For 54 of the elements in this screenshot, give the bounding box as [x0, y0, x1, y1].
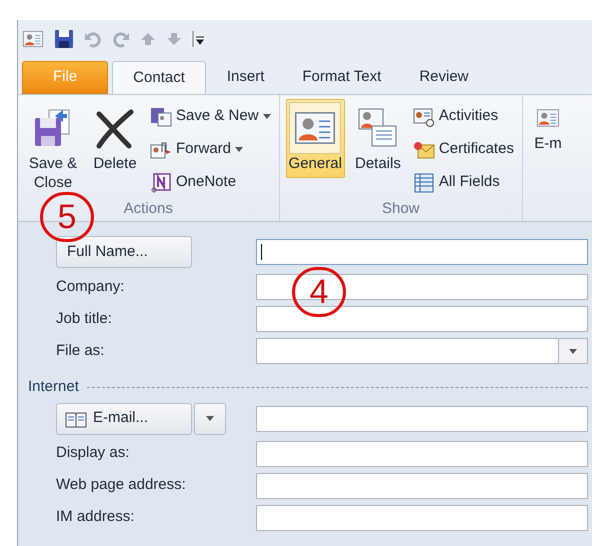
- ribbon-tab[interactable]: Contact: [112, 61, 206, 94]
- caret-icon: [206, 416, 214, 421]
- address-book-icon: [65, 410, 87, 428]
- section-heading: Internet: [28, 377, 79, 397]
- save-card-icon: [150, 106, 172, 126]
- ribbon-button[interactable]: Save & New: [148, 101, 273, 132]
- ribbon-button[interactable]: Delete: [86, 99, 144, 178]
- ribbon-button[interactable]: Activities: [410, 101, 516, 132]
- list-icon: [412, 172, 435, 192]
- ribbon-tab[interactable]: Insert: [210, 61, 282, 94]
- caret-icon: [569, 348, 577, 354]
- ribbon-button[interactable]: General: [286, 99, 345, 178]
- email-dropdown-button[interactable]: [194, 402, 226, 434]
- input-field[interactable]: [256, 239, 588, 265]
- activities-icon: [412, 106, 435, 126]
- contact-card-icon: [22, 28, 44, 50]
- field-label: IM address:: [56, 507, 134, 528]
- text-cursor: [261, 244, 262, 260]
- input-field[interactable]: [256, 306, 588, 332]
- group-label: Show: [382, 199, 420, 219]
- input-field[interactable]: [256, 440, 588, 466]
- save-icon[interactable]: [54, 29, 74, 49]
- ribbon-tab[interactable]: Review: [402, 61, 486, 94]
- down-arrow-icon[interactable]: [166, 32, 182, 46]
- input-field[interactable]: [256, 504, 588, 530]
- onenote-icon: [150, 172, 172, 192]
- ribbon-button[interactable]: Details: [348, 99, 407, 178]
- email-button[interactable]: E-mail...: [56, 402, 192, 434]
- field-label: Web page address:: [56, 475, 186, 496]
- ribbon-button[interactable]: Certificates: [410, 134, 516, 165]
- field-label: Job title:: [56, 308, 112, 329]
- dropdown-field[interactable]: [256, 338, 588, 364]
- full-name-button[interactable]: Full Name...: [56, 236, 192, 268]
- caret-icon: [235, 147, 244, 152]
- ribbon-button[interactable]: All Fields: [410, 167, 516, 198]
- ribbon-button[interactable]: E-m: [528, 99, 567, 158]
- input-field[interactable]: [256, 472, 588, 498]
- group-label: Actions: [124, 199, 173, 219]
- field-label: Company:: [56, 276, 124, 297]
- ribbon-tab[interactable]: Format Text: [285, 61, 398, 94]
- ribbon-button[interactable]: Forward: [148, 134, 273, 165]
- field-label: Display as:: [56, 443, 130, 464]
- customize-menu-icon[interactable]: [192, 31, 204, 47]
- redo-icon[interactable]: [112, 30, 130, 48]
- up-arrow-icon[interactable]: [140, 32, 156, 46]
- email-label: E-mail...: [93, 408, 148, 428]
- caret-icon: [262, 114, 271, 119]
- dropdown-button[interactable]: [558, 339, 587, 363]
- ribbon-button[interactable]: OneNote: [148, 167, 273, 198]
- input-field[interactable]: [256, 406, 588, 432]
- envelope-ribbon-icon: [412, 140, 435, 160]
- forward-card-icon: [150, 140, 172, 160]
- undo-icon[interactable]: [84, 30, 102, 48]
- field-label: File as:: [56, 340, 104, 361]
